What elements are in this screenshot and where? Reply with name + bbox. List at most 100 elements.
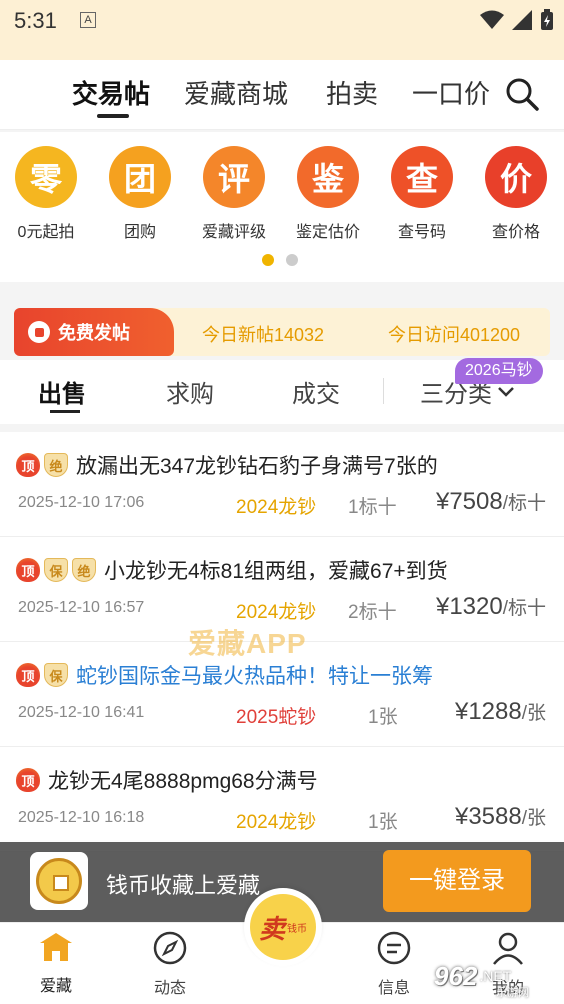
- carousel-dot-active: [262, 254, 274, 266]
- listing-title-line: 顶 龙钞无4尾8888pmg68分满号: [16, 765, 318, 795]
- nav-label: 动态: [153, 980, 186, 997]
- appraise-icon: 鉴: [297, 146, 359, 208]
- app-watermark: 爱藏APP: [188, 628, 307, 659]
- site-watermark: 962 .NET 乐游网: [434, 956, 560, 1000]
- today-new-posts: 今日新帖14032: [202, 325, 325, 345]
- carousel-dot: [286, 254, 298, 266]
- listing-date: 2025-12-10 16:57: [18, 599, 145, 616]
- listing-qty: 1张: [368, 812, 398, 833]
- zero-icon: 零: [15, 146, 77, 208]
- tab-fixed-price[interactable]: 一口价: [412, 74, 490, 111]
- today-visits: 今日访问401200: [388, 325, 521, 345]
- guarantee-badge-icon: 保: [44, 558, 68, 582]
- sell-icon: 卖 钱币: [250, 894, 316, 960]
- subtab-buy[interactable]: 求购: [166, 374, 214, 409]
- promo-badge[interactable]: 2026马钞: [455, 358, 543, 384]
- home-icon: [40, 933, 72, 961]
- subtab-divider: [383, 378, 384, 404]
- quick-entry-label: 查号码: [397, 224, 446, 241]
- quick-entry-grading[interactable]: 评 爱藏评级: [194, 146, 274, 242]
- site-watermark-number: 962: [434, 960, 478, 991]
- sell-button[interactable]: 卖 钱币: [244, 888, 322, 966]
- listing-category: 2025蛇钞: [236, 707, 317, 728]
- listing-category: 2024龙钞: [236, 812, 317, 833]
- notification-icon: A: [80, 12, 96, 28]
- listing-price: ¥1288/张: [454, 698, 546, 725]
- quick-entry-check-number[interactable]: 查 查号码: [382, 146, 462, 242]
- quick-entry-zero-start[interactable]: 零 0元起拍: [6, 146, 86, 242]
- compass-icon: [153, 931, 187, 965]
- listing-date: 2025-12-10 16:41: [18, 704, 145, 721]
- tab-trade-posts[interactable]: 交易帖: [72, 74, 150, 111]
- nav-messages[interactable]: 信息: [354, 931, 434, 998]
- carousel-dots: [262, 254, 298, 266]
- quick-entry-label: 爱藏评级: [201, 224, 266, 241]
- sell-label: 卖: [258, 913, 285, 944]
- listing-qty: 1张: [368, 707, 398, 728]
- app-logo: [30, 852, 88, 910]
- coin-icon: [36, 858, 82, 904]
- site-watermark-domain: .NET: [479, 968, 512, 984]
- tab-auction[interactable]: 拍卖: [326, 74, 378, 111]
- quick-entry-label: 0元起拍: [17, 224, 75, 241]
- post-icon: [28, 321, 50, 343]
- quick-entry-label: 查价格: [491, 224, 540, 241]
- listing-qty: 2标十: [348, 602, 397, 623]
- quick-entry-check-price[interactable]: 价 查价格: [476, 146, 556, 242]
- list-item[interactable]: 顶 绝 放漏出无347龙钞钻石豹子身满号7张的 2025-12-10 17:06…: [0, 432, 564, 537]
- grade-icon: 评: [203, 146, 265, 208]
- login-prompt-text: 钱币收藏上爱藏: [106, 873, 261, 898]
- group-icon: 团: [109, 146, 171, 208]
- listing-price: ¥3588/张: [454, 803, 546, 830]
- listing-date: 2025-12-10 16:18: [18, 809, 145, 826]
- top-badge-icon: 顶: [16, 663, 40, 687]
- subtab-sell[interactable]: 出售: [38, 374, 86, 409]
- listing-date: 2025-12-10 17:06: [18, 494, 145, 511]
- price-icon: 价: [485, 146, 547, 208]
- subtab-deal[interactable]: 成交: [292, 374, 340, 409]
- top-badge-icon: 顶: [16, 768, 40, 792]
- quick-entry-group-buy[interactable]: 团 团购: [100, 146, 180, 242]
- listing-title: 蛇钞国际金马最火热品种！特让一张筹: [76, 665, 433, 688]
- exclusive-badge-icon: 绝: [44, 453, 68, 477]
- listing-price: ¥7508/标十: [435, 488, 546, 515]
- wifi-icon: [480, 10, 504, 29]
- list-item[interactable]: 顶 龙钞无4尾8888pmg68分满号 2025-12-10 16:18 202…: [0, 747, 564, 852]
- nav-home[interactable]: 爱藏: [16, 931, 96, 996]
- exclusive-badge-icon: 绝: [72, 558, 96, 582]
- subtab-indicator: [50, 410, 80, 413]
- sell-sub-label: 钱币: [287, 923, 307, 935]
- free-post-button[interactable]: 免费发帖: [14, 308, 174, 356]
- post-banner: 免费发帖 今日新帖14032 今日访问401200: [14, 308, 550, 356]
- site-watermark-name: 乐游网: [496, 987, 529, 999]
- listing-title-line: 顶 绝 放漏出无347龙钞钻石豹子身满号7张的: [16, 450, 438, 480]
- message-icon: [377, 931, 411, 965]
- guarantee-badge-icon: 保: [44, 663, 68, 687]
- status-icons: [480, 9, 554, 31]
- free-post-label: 免费发帖: [58, 323, 130, 343]
- listing-category: 2024龙钞: [236, 497, 317, 518]
- quick-entry-appraisal[interactable]: 鉴 鉴定估价: [288, 146, 368, 242]
- nav-feed[interactable]: 动态: [130, 931, 210, 998]
- tab-mall[interactable]: 爱藏商城: [184, 74, 288, 111]
- status-bar: 5:31 A: [0, 0, 564, 60]
- nav-label: 爱藏: [39, 978, 72, 995]
- listing-category: 2024龙钞: [236, 602, 317, 623]
- listing-title: 龙钞无4尾8888pmg68分满号: [48, 770, 318, 793]
- battery-icon: [541, 9, 553, 30]
- search-icon[interactable]: [504, 76, 540, 112]
- nav-label: 信息: [377, 980, 410, 997]
- listing-title-line: 顶 保 蛇钞国际金马最火热品种！特让一张筹: [16, 660, 433, 690]
- listing-price: ¥1320/标十: [435, 593, 546, 620]
- one-click-login-button[interactable]: 一键登录: [383, 850, 531, 912]
- quick-entry-label: 鉴定估价: [295, 224, 360, 241]
- listing-title: 小龙钞无4标81组两组，爱藏67+到货: [104, 560, 448, 583]
- active-tab-indicator: [97, 114, 129, 118]
- quick-entry-label: 团购: [123, 224, 156, 241]
- top-badge-icon: 顶: [16, 558, 40, 582]
- listing-qty: 1标十: [348, 497, 397, 518]
- status-time: 5:31: [14, 8, 57, 33]
- signal-icon: [512, 10, 532, 30]
- listing-title-line: 顶 保 绝 小龙钞无4标81组两组，爱藏67+到货: [16, 555, 448, 585]
- chevron-down-icon: [498, 386, 514, 397]
